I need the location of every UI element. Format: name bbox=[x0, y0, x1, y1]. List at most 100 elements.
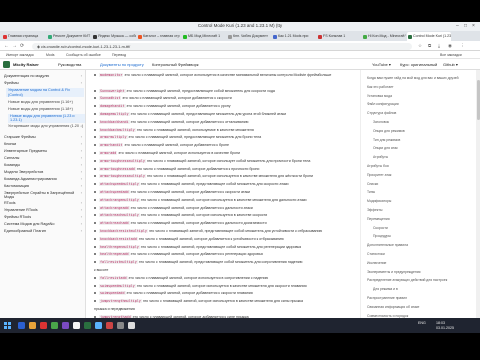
extensions-icon[interactable]: ⧉ bbox=[428, 43, 431, 48]
taskbar-app-icon[interactable] bbox=[73, 322, 80, 329]
sidebar-item[interactable]: Сигналы › bbox=[4, 156, 82, 161]
toc-link[interactable]: Тип для режимов bbox=[373, 138, 480, 142]
nav-youtube[interactable]: YouTube ▾ bbox=[372, 62, 391, 67]
toc-link[interactable]: Дополнительные правила bbox=[367, 243, 477, 247]
menu-icon[interactable]: ⋮ bbox=[460, 43, 465, 49]
sidebar-item[interactable]: Управление модом на Control & Fix (Contr… bbox=[6, 88, 84, 98]
tray-language[interactable]: ENG bbox=[418, 321, 426, 325]
sidebar-item[interactable]: Фреймы RTools › bbox=[4, 215, 82, 220]
toc-link[interactable]: Как это работает bbox=[367, 85, 477, 89]
sidebar-item[interactable]: Единообразный Плагин › bbox=[4, 229, 82, 234]
toc-link[interactable]: Приоритет атак bbox=[367, 173, 477, 177]
page-scrollbar[interactable] bbox=[476, 70, 480, 333]
taskbar-app-icon[interactable] bbox=[106, 322, 113, 329]
browser-tab[interactable]: Ремонт Документ КИТ bbox=[47, 32, 91, 41]
toc-link[interactable]: Эксперименты и предупреждения bbox=[367, 270, 477, 274]
back-button[interactable]: ← bbox=[4, 43, 9, 49]
taskbar-app-icon[interactable] bbox=[18, 322, 25, 329]
sidebar-item[interactable]: Система Модов для RagaNo › bbox=[4, 222, 82, 227]
sidebar-item[interactable]: RTools › bbox=[4, 201, 82, 206]
browser-tab[interactable]: Кнп. Чибек Документ bbox=[227, 32, 271, 41]
browser-tab[interactable]: Каталог – главная стр bbox=[137, 32, 181, 41]
url-input[interactable]: ◈ cis.crowdie.ru/ru/control-mode-kuri-1-… bbox=[32, 42, 412, 50]
toc-link[interactable]: Распространение правил bbox=[367, 296, 477, 300]
nav-course[interactable]: Курс: оригинальный bbox=[400, 62, 437, 67]
browser-tab[interactable]: Hi Кон.Мод - Minecraft W bbox=[362, 32, 406, 41]
toc-link[interactable]: Совместимость и порядок bbox=[367, 314, 477, 318]
forward-button[interactable]: → bbox=[12, 43, 17, 49]
tray-clock[interactable]: 18:03 bbox=[436, 321, 445, 325]
sidebar-item[interactable]: Устаревшие моды для управления (1.20 ↓) bbox=[8, 124, 85, 129]
toc-link[interactable]: Для режима и в bbox=[373, 287, 480, 291]
sidebar-item[interactable]: Новые моды для управления (1.23 и 1.23.1… bbox=[8, 113, 85, 123]
browser-tab[interactable]: Яндекс Музыка — собы bbox=[92, 32, 136, 41]
toc-link[interactable]: Опции для атак bbox=[373, 146, 480, 150]
taskbar-app-icon[interactable] bbox=[117, 322, 124, 329]
browser-tab[interactable]: Как 1.21 Mods при bbox=[272, 32, 316, 41]
sidebar-item[interactable]: Новые моды для управления (1.18+) bbox=[8, 107, 85, 112]
sidebar-item[interactable]: Кнопки › bbox=[4, 142, 82, 147]
toc-link[interactable]: Исключение bbox=[367, 261, 477, 265]
taskbar-app-icon[interactable] bbox=[62, 322, 69, 329]
toc-link[interactable]: Заголовок bbox=[373, 120, 480, 124]
toc-link[interactable]: Процедуры bbox=[373, 234, 480, 238]
browser-tab[interactable]: МБ Мод Minecraft 1 bbox=[182, 32, 226, 41]
taskbar-app-icon[interactable] bbox=[84, 322, 91, 329]
bookmark-item[interactable]: Импорт закладок bbox=[6, 53, 34, 57]
taskbar-app-icon[interactable] bbox=[51, 322, 58, 329]
taskbar-app-icon[interactable] bbox=[128, 322, 135, 329]
download-icon[interactable]: ⤓ bbox=[438, 43, 440, 48]
toc-link[interactable]: Типы bbox=[367, 190, 477, 194]
sidebar-item[interactable]: Фреймы › bbox=[4, 81, 82, 86]
taskbar-app-icon[interactable] bbox=[29, 322, 36, 329]
bookmark-item[interactable]: Mods bbox=[46, 53, 55, 57]
toc-link[interactable]: Эффекты bbox=[367, 208, 477, 212]
star-icon[interactable]: ☆ bbox=[418, 43, 422, 49]
browser-tab[interactable]: Главная страница bbox=[2, 32, 46, 41]
all-bookmarks[interactable]: Все закладки bbox=[440, 53, 462, 57]
reload-button[interactable]: ⟳ bbox=[20, 43, 24, 49]
sidebar-item[interactable]: Новые моды для управления (1.16+) bbox=[8, 100, 85, 105]
tray-date[interactable]: 03.01.2025 bbox=[436, 326, 454, 330]
bookmark-item[interactable]: Перевод bbox=[112, 53, 126, 57]
maximize-button[interactable]: □ bbox=[464, 23, 467, 29]
sidebar-item[interactable]: Документация по модулю › bbox=[4, 74, 82, 79]
taskbar-app-icon[interactable] bbox=[95, 322, 102, 329]
toc-link[interactable]: Атрибуты bbox=[373, 155, 480, 159]
site-user-name[interactable]: Mkclty Raiser bbox=[13, 62, 39, 67]
nav-guides[interactable]: Руководства bbox=[58, 62, 81, 67]
toc-link[interactable]: Распределение атакующих действий для нас… bbox=[367, 278, 477, 282]
toc-link[interactable]: Скорости bbox=[373, 226, 480, 230]
minimize-button[interactable]: – bbox=[456, 23, 459, 29]
bookmark-item[interactable]: Сообщить об ошибке bbox=[66, 53, 101, 57]
toc-link[interactable]: Структура файлов bbox=[367, 111, 477, 115]
sidebar-item[interactable]: Модели Эвергрейстов › bbox=[4, 170, 82, 175]
scrollbar-thumb[interactable] bbox=[476, 80, 480, 120]
close-button[interactable]: × bbox=[472, 23, 475, 29]
toc-link[interactable]: Установка мода bbox=[367, 94, 477, 98]
nav-framework[interactable]: Контрольный Фреймворк bbox=[152, 62, 199, 67]
browser-tab[interactable]: Control Mode Kuri (1.23 bbox=[407, 32, 451, 41]
sidebar-item[interactable]: Кастомизация › bbox=[4, 184, 82, 189]
nav-github[interactable]: Github ▾ bbox=[443, 62, 458, 67]
toc-link[interactable]: Атрибуты боя bbox=[367, 164, 477, 168]
sidebar-item[interactable]: Управление RTools › bbox=[4, 208, 82, 213]
taskbar-app-icon[interactable] bbox=[40, 322, 47, 329]
sidebar-item[interactable]: Команда Администрирования › bbox=[4, 177, 82, 182]
nav-product-docs[interactable]: Документы по продукту bbox=[100, 62, 144, 67]
toc-link[interactable]: Файл конфигурации bbox=[367, 102, 477, 106]
toc-link[interactable]: Списки bbox=[367, 182, 477, 186]
toc-link[interactable]: Модификаторы bbox=[367, 199, 477, 203]
sidebar-item[interactable]: Старшие Фреймы › bbox=[4, 135, 82, 140]
toc-link[interactable]: Опция для режимов bbox=[373, 129, 480, 133]
profile-icon[interactable]: ◉ bbox=[448, 43, 452, 49]
start-menu-icon[interactable] bbox=[4, 322, 11, 329]
toc-link[interactable]: Перемещения bbox=[367, 217, 477, 221]
sidebar-item[interactable]: Команды › bbox=[4, 163, 82, 168]
sidebar-item[interactable]: Инвентарные Предметы › bbox=[4, 149, 82, 154]
browser-tab[interactable]: FS Конклав 1 bbox=[317, 32, 361, 41]
sidebar-item[interactable]: Эвергрейстые Спрайты в Запрещённой Моды › bbox=[4, 191, 82, 200]
site-logo-icon[interactable] bbox=[3, 61, 10, 68]
toc-link[interactable]: Связанная информация об атаке bbox=[367, 305, 477, 309]
toc-link[interactable]: Статистики bbox=[367, 252, 477, 256]
